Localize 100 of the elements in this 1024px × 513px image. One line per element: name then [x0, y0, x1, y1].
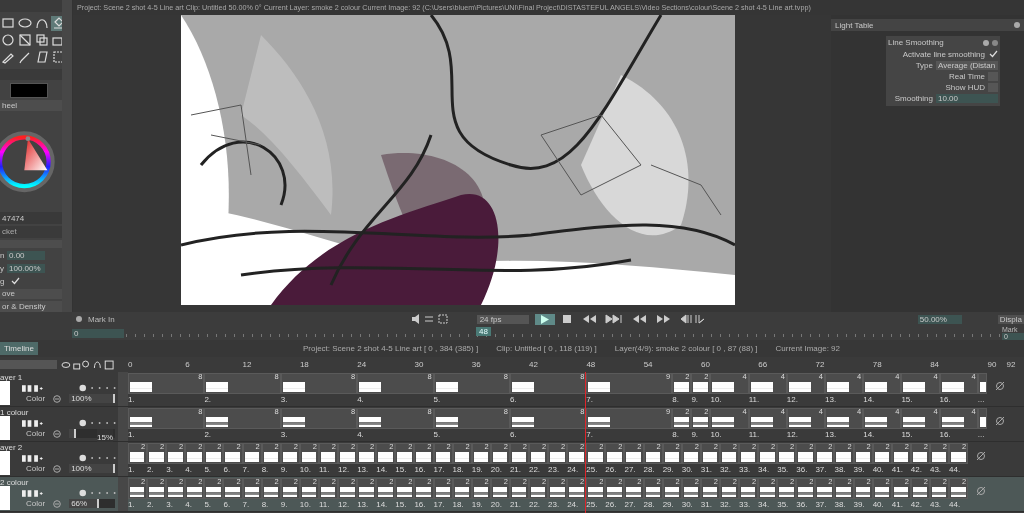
- close-icon[interactable]: [992, 39, 998, 46]
- instance-number: 28.: [643, 499, 656, 510]
- minus-circle-icon[interactable]: [53, 394, 62, 403]
- circle-tool-icon[interactable]: [0, 32, 15, 48]
- instance-number: 21.: [509, 499, 522, 510]
- frame-thumbnail: [836, 452, 851, 462]
- frame-number: 42: [529, 360, 538, 369]
- timeline-tab[interactable]: Timeline: [0, 342, 38, 355]
- instance-number: 35.: [777, 464, 790, 475]
- color-swatch[interactable]: [10, 82, 48, 98]
- mark-in-field[interactable]: 0: [72, 328, 124, 338]
- dropdown[interactable]: ove: [0, 288, 62, 300]
- instance-number: 31.: [700, 464, 713, 475]
- panel-menu-icon[interactable]: [1014, 22, 1020, 28]
- dropdown[interactable]: or & Density: [0, 301, 62, 312]
- frame-thumbnail: [903, 382, 926, 392]
- minus-circle-icon[interactable]: [53, 429, 62, 438]
- frame-thumbnail: [359, 487, 374, 497]
- layer-options-icon[interactable]: [22, 384, 43, 392]
- frame-thumbnail: [645, 452, 660, 462]
- rect-tool-icon[interactable]: [0, 15, 15, 31]
- layer-options-icon[interactable]: [22, 454, 43, 462]
- frame-thumbnail: [340, 452, 355, 462]
- frame-thumbnail: [301, 452, 317, 462]
- instance-number: 6.: [223, 499, 232, 510]
- paper-tool-icon[interactable]: [34, 49, 49, 65]
- frame-thumbnail: [320, 487, 336, 497]
- frame-thumbnail: [225, 487, 240, 497]
- frame-thumbnail: [187, 487, 202, 497]
- value-field[interactable]: 100.00%: [7, 263, 45, 273]
- blend-mode-label: Color: [26, 394, 46, 403]
- option-label: Real Time: [949, 71, 985, 81]
- opacity-slider[interactable]: 66%: [69, 499, 116, 508]
- frame-number: 24: [357, 360, 367, 369]
- frame-thumbnail: [492, 452, 508, 462]
- opacity-slider[interactable]: 100%: [69, 464, 116, 473]
- ellipse-tool-icon[interactable]: [17, 15, 32, 31]
- layer-thumbnail: [0, 486, 10, 510]
- frame-thumbnail: [741, 452, 756, 462]
- instance-number: 4.: [185, 499, 193, 510]
- type-dropdown[interactable]: Average (Distan: [936, 60, 998, 70]
- instance-number: 38.: [834, 499, 847, 510]
- instance-number: 3.: [280, 394, 289, 405]
- frame-thumbnail: [320, 452, 336, 462]
- light-table-dots-icon[interactable]: [78, 454, 118, 462]
- instance-number: 8.: [672, 394, 680, 405]
- layer-row[interactable]: [0, 442, 1024, 477]
- smoothing-field[interactable]: 10.00: [936, 93, 998, 103]
- frame-number: 36: [471, 360, 481, 369]
- position-thumb[interactable]: 48: [476, 327, 491, 336]
- frame-thumbnail: [511, 382, 534, 392]
- light-table-dots-icon[interactable]: [78, 489, 118, 497]
- empty-frame-icon[interactable]: [995, 416, 1006, 426]
- instance-number: 43.: [929, 499, 943, 510]
- instance-number: 16.: [939, 394, 952, 405]
- layer-options-icon[interactable]: [22, 419, 43, 427]
- opacity-slider[interactable]: 100%: [69, 394, 116, 403]
- frame-thumbnail: [435, 487, 450, 497]
- frame-thumbnail: [378, 452, 393, 462]
- value-field[interactable]: 0.00: [7, 251, 45, 261]
- frame-thumbnail: [359, 417, 382, 427]
- display-button[interactable]: Displa: [997, 314, 1024, 324]
- instance-number: 6.: [509, 429, 518, 440]
- frame-thumbnail: [435, 382, 458, 392]
- layer-options-icon[interactable]: [22, 489, 43, 497]
- checkbox[interactable]: [988, 50, 998, 58]
- empty-frame-icon[interactable]: [976, 486, 987, 496]
- layer-row[interactable]: [0, 477, 1024, 512]
- frame-thumbnail: [378, 487, 393, 497]
- select-tool-icon[interactable]: [51, 49, 62, 65]
- instance-number: 8.: [261, 499, 270, 510]
- play-button[interactable]: [534, 313, 555, 325]
- layers-tool-icon[interactable]: [34, 32, 49, 48]
- instance-number: 8.: [261, 464, 270, 475]
- frame-thumbnail: [855, 487, 871, 497]
- empty-frame-icon[interactable]: [976, 451, 987, 461]
- frame-thumbnail: [454, 452, 470, 462]
- zoom-field[interactable]: 50.00%: [917, 314, 962, 324]
- option-label: Activate line smoothing: [902, 49, 985, 59]
- layer-thumbnail: [0, 381, 10, 405]
- frame-thumbnail: [588, 452, 603, 462]
- instance-number: 14.: [376, 464, 389, 475]
- timeline-info-text: Layer(4/9): smoke 2 colour [ 0 , 87 (88) ]: [614, 344, 758, 353]
- light-table-dots-icon[interactable]: [78, 419, 118, 427]
- frame-thumbnail: [874, 452, 890, 462]
- frame-thumbnail: [607, 452, 622, 462]
- layer-thumbnail: [0, 451, 10, 475]
- instance-number: 33.: [739, 499, 752, 510]
- hex-field[interactable]: 47474: [0, 212, 62, 224]
- panel-menu-icon[interactable]: [76, 316, 82, 322]
- time-ruler[interactable]: 48: [126, 329, 1000, 337]
- warp-tool-icon[interactable]: [17, 32, 32, 48]
- minus-circle-icon[interactable]: [53, 464, 62, 473]
- frame-number: 18: [299, 360, 309, 369]
- fps-dropdown[interactable]: 24 fps: [476, 314, 529, 324]
- light-table-dots-icon[interactable]: [78, 384, 118, 392]
- empty-frame-icon[interactable]: [995, 381, 1006, 391]
- color-mode-dropdown[interactable]: heel: [0, 100, 62, 111]
- panel-menu-icon[interactable]: [983, 39, 989, 46]
- instance-number: 19.: [471, 464, 484, 475]
